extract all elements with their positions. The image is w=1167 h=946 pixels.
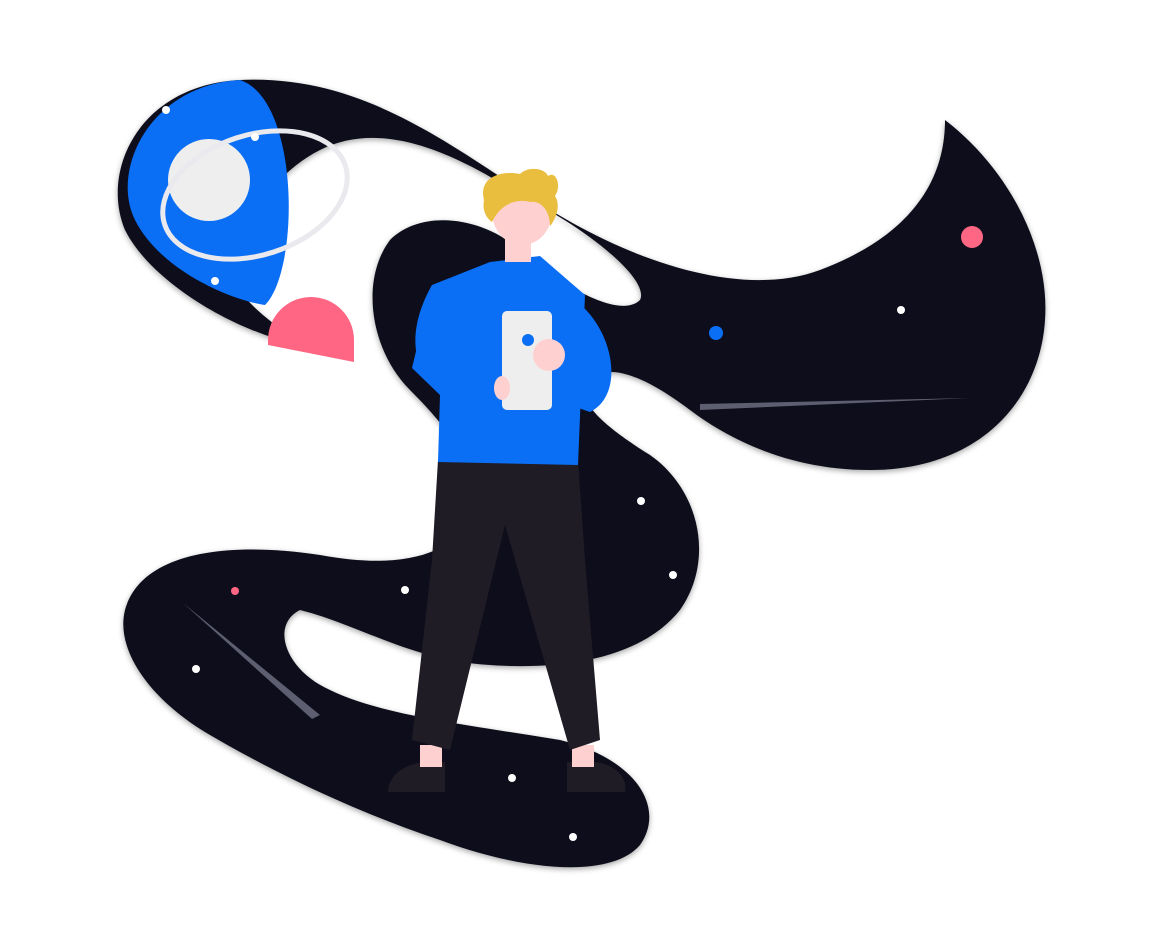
star-icon [401,586,409,594]
space-illustration [117,79,1046,868]
star-icon [162,106,170,114]
pink-star-icon [961,226,983,248]
phone-camera [522,334,534,346]
star-icon [637,497,645,505]
star-icon [508,774,516,782]
star-icon [669,571,677,579]
star-icon [211,277,219,285]
right-ankle [572,745,594,767]
left-hand [494,376,510,400]
star-icon [897,306,905,314]
left-ankle [420,745,442,767]
right-hand [533,339,565,371]
pink-star-icon [231,587,239,595]
pink-planet-icon [268,297,354,362]
blue-star-icon [709,326,723,340]
star-icon [251,133,259,141]
star-icon [192,665,200,673]
star-icon [380,164,388,172]
star-icon [569,833,577,841]
